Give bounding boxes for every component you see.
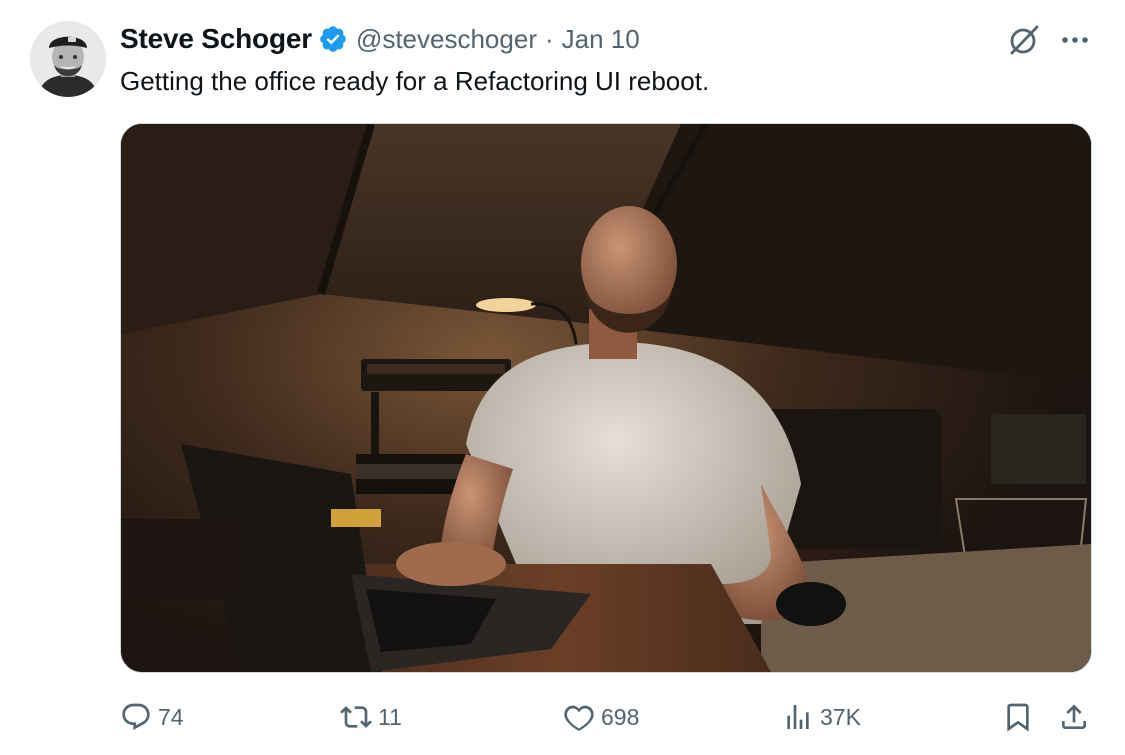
retweet-icon [340,701,372,733]
grok-icon[interactable] [1006,22,1042,58]
like-button[interactable]: 698 [563,697,639,737]
tweet-actions: 74 11 698 37K [120,697,1092,737]
separator-dot: · [544,23,554,54]
views-chart-icon [782,701,814,733]
tweet-text: Getting the office ready for a Refactori… [120,66,710,96]
retweet-count: 11 [378,703,402,730]
avatar[interactable] [30,21,106,97]
reply-icon [120,701,152,733]
author-handle[interactable]: @steveschoger [356,24,537,55]
bookmark-icon [1002,701,1034,733]
tweet-header: Steve Schoger @steveschoger · Jan 10 [120,22,640,56]
views-button[interactable]: 37K [782,697,861,737]
bookmark-button[interactable] [1002,697,1034,737]
like-count: 698 [601,703,640,730]
tweet-date[interactable]: Jan 10 [562,24,640,55]
share-icon [1058,701,1090,733]
views-count: 37K [820,703,861,730]
verified-badge-icon [318,24,348,54]
reply-count: 74 [158,703,184,730]
reply-button[interactable]: 74 [120,697,184,737]
share-button[interactable] [1058,697,1090,737]
retweet-button[interactable]: 11 [340,697,402,737]
author-name[interactable]: Steve Schoger [120,23,312,55]
tweet-photo[interactable] [120,123,1092,673]
tweet: Steve Schoger @steveschoger · Jan 10 Get… [0,0,1125,755]
more-icon[interactable] [1056,22,1094,58]
heart-icon [563,701,595,733]
